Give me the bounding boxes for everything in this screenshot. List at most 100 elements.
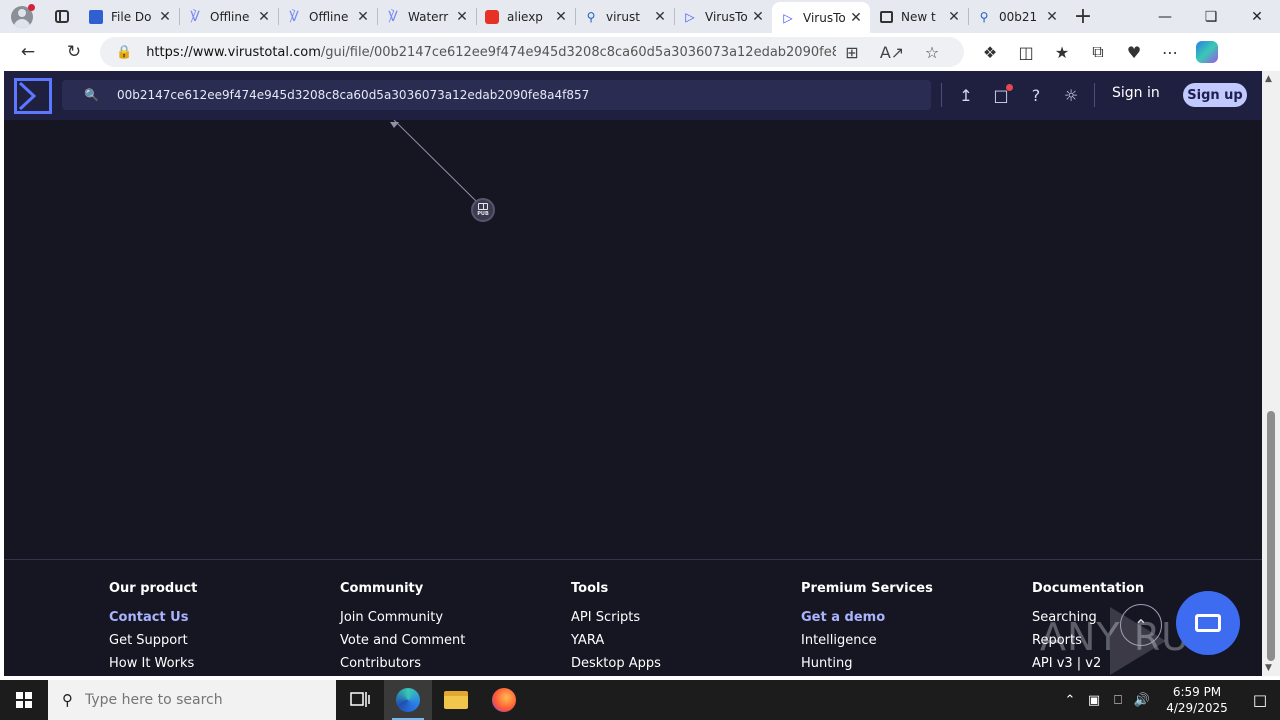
footer-link[interactable]: How It Works <box>109 657 197 670</box>
tray-overflow-chevron-icon[interactable]: ⌃ <box>1058 693 1082 708</box>
profile-button[interactable] <box>0 0 44 33</box>
footer-column-heading: Documentation <box>1032 581 1145 596</box>
browser-tab-title: New t <box>901 9 936 24</box>
action-center-icon[interactable]: □ <box>1240 691 1280 709</box>
close-window-button[interactable]: ✕ <box>1234 0 1280 33</box>
taskbar-clock[interactable]: 6:59 PM 4/29/2025 <box>1154 684 1240 716</box>
close-tab-icon[interactable]: ✕ <box>652 9 668 25</box>
browser-tab[interactable]: ℣ Offline ✕ <box>179 0 278 33</box>
close-tab-icon[interactable]: ✕ <box>256 9 272 25</box>
footer-link[interactable]: API Scripts <box>571 611 661 624</box>
graph-node-label: PUB <box>477 211 489 217</box>
browser-tab-title: 00b21 <box>999 9 1038 24</box>
footer-link[interactable]: Desktop Apps <box>571 657 661 670</box>
relations-graph[interactable]: PUB <box>4 120 1262 560</box>
footer-link[interactable]: Get Support <box>109 634 197 647</box>
scroll-to-top-button[interactable]: ⌃ <box>1120 604 1162 646</box>
tray-device-icon[interactable]: ▣ <box>1082 693 1106 708</box>
taskbar-file-explorer[interactable] <box>432 680 480 720</box>
vt-search-input[interactable] <box>116 88 917 102</box>
system-tray: ⌃ ▣ ⎕ 🔊 6:59 PM 4/29/2025 □ <box>1058 680 1280 720</box>
browser-tab-title: Offline <box>309 9 349 24</box>
browser-tab[interactable]: ℣ Waterr ✕ <box>377 0 476 33</box>
close-tab-icon[interactable]: ✕ <box>355 9 371 25</box>
browser-tab[interactable]: ⚲ 00b21 ✕ <box>968 0 1066 33</box>
taskbar-firefox[interactable] <box>480 680 528 720</box>
refresh-button[interactable]: ↻ <box>56 37 92 67</box>
settings-more-icon[interactable]: ⋯ <box>1152 43 1188 62</box>
footer-link[interactable]: Contact Us <box>109 611 197 624</box>
footer-column-heading: Our product <box>109 581 198 596</box>
minimize-button[interactable]: — <box>1142 0 1188 33</box>
scrollbar-thumb[interactable] <box>1267 411 1275 661</box>
footer-link[interactable]: Join Community <box>340 611 465 624</box>
browser-tab-title: Offline <box>210 9 250 24</box>
close-tab-icon[interactable]: ✕ <box>454 9 470 25</box>
task-view-button[interactable] <box>336 680 384 720</box>
edge-icon <box>396 688 420 712</box>
sign-in-link[interactable]: Sign in <box>1112 85 1160 101</box>
footer-link[interactable]: Vote and Comment <box>340 634 465 647</box>
taskbar-search-box[interactable]: ⚲ <box>48 680 336 720</box>
tab-actions-button[interactable] <box>44 0 80 33</box>
taskbar-search-input[interactable] <box>85 692 325 708</box>
browser-tab-title: virust <box>606 9 640 24</box>
browser-tab[interactable]: New t ✕ <box>870 0 968 33</box>
new-tab-button[interactable]: + <box>1066 4 1100 29</box>
restore-button[interactable]: ❏ <box>1188 0 1234 33</box>
close-tab-icon[interactable]: ✕ <box>848 10 864 26</box>
close-tab-icon[interactable]: ✕ <box>1044 9 1060 25</box>
app-available-icon[interactable]: ⊞ <box>832 43 872 62</box>
browser-essentials-icon[interactable]: ♥ <box>1116 43 1152 62</box>
read-aloud-icon[interactable]: A↗ <box>872 43 912 62</box>
upload-icon[interactable]: ↥ <box>954 83 978 107</box>
offline-icon: ℣ <box>289 8 299 25</box>
browser-tab[interactable]: ⚲ virust ✕ <box>575 0 674 33</box>
page-scrollbar[interactable]: ▲ ▼ <box>1262 71 1280 676</box>
footer-link[interactable]: Hunting <box>801 657 933 670</box>
browser-tab[interactable]: ▷ VirusTo ✕ <box>674 0 772 33</box>
start-button[interactable] <box>0 680 48 720</box>
footer-column: Community Join Community Vote and Comment C… <box>340 560 465 670</box>
vt-search-bar[interactable]: 🔍 <box>62 80 931 110</box>
help-icon[interactable]: ? <box>1024 83 1048 107</box>
taskbar-edge[interactable] <box>384 680 432 720</box>
file-doc-icon <box>88 9 104 25</box>
scroll-up-arrow-icon[interactable]: ▲ <box>1265 74 1272 84</box>
graph-node-pub[interactable]: PUB <box>471 198 495 222</box>
browser-tab-title: aliexp <box>507 9 543 24</box>
footer-link[interactable]: Intelligence <box>801 634 933 647</box>
theme-toggle-icon[interactable]: ☼ <box>1059 83 1083 107</box>
aliexpress-icon <box>484 9 500 25</box>
close-tab-icon[interactable]: ✕ <box>946 9 962 25</box>
close-tab-icon[interactable]: ✕ <box>750 9 766 25</box>
browser-tab[interactable]: ▷ VirusTo ✕ <box>772 2 870 33</box>
network-icon[interactable]: ⎕ <box>1106 693 1130 708</box>
browser-toolbar: ← ↻ 🔒 https://www.virustotal.com/gui/fil… <box>0 33 1280 71</box>
address-bar[interactable]: 🔒 https://www.virustotal.com/gui/file/00… <box>100 37 964 67</box>
favorites-icon[interactable]: ★ <box>1044 43 1080 62</box>
copilot-icon[interactable] <box>1196 41 1218 63</box>
split-screen-icon[interactable]: ◫ <box>1008 43 1044 62</box>
address-url[interactable]: https://www.virustotal.com/gui/file/00b2… <box>146 45 836 60</box>
footer-link[interactable]: YARA <box>571 634 661 647</box>
scroll-down-arrow-icon[interactable]: ▼ <box>1265 663 1272 673</box>
close-tab-icon[interactable]: ✕ <box>157 9 173 25</box>
extensions-icon[interactable]: ❖ <box>972 43 1008 62</box>
tab-list: File Do ✕ ℣ Offline ✕ ℣ Offline ✕ ℣ Waterr ✕ aliexp… <box>80 0 1066 33</box>
sign-up-button[interactable]: Sign up <box>1183 83 1247 107</box>
footer-link[interactable]: Get a demo <box>801 611 933 624</box>
browser-tab[interactable]: aliexp ✕ <box>476 0 575 33</box>
chat-button[interactable] <box>1176 591 1240 655</box>
virustotal-logo-icon[interactable] <box>14 78 52 114</box>
back-button[interactable]: ← <box>10 37 46 67</box>
volume-icon[interactable]: 🔊 <box>1130 693 1154 708</box>
browser-tab[interactable]: ℣ Offline ✕ <box>278 0 377 33</box>
favorite-star-icon[interactable]: ☆ <box>912 43 952 62</box>
collections-icon[interactable]: ⧉ <box>1080 42 1116 62</box>
folder-icon <box>444 691 468 709</box>
footer-link[interactable]: Contributors <box>340 657 465 670</box>
page-viewport: 🔍 ↥ □ ? ☼ Sign in Sign up PUB Our produc… <box>4 71 1262 676</box>
close-tab-icon[interactable]: ✕ <box>553 9 569 25</box>
browser-tab[interactable]: File Do ✕ <box>80 0 179 33</box>
